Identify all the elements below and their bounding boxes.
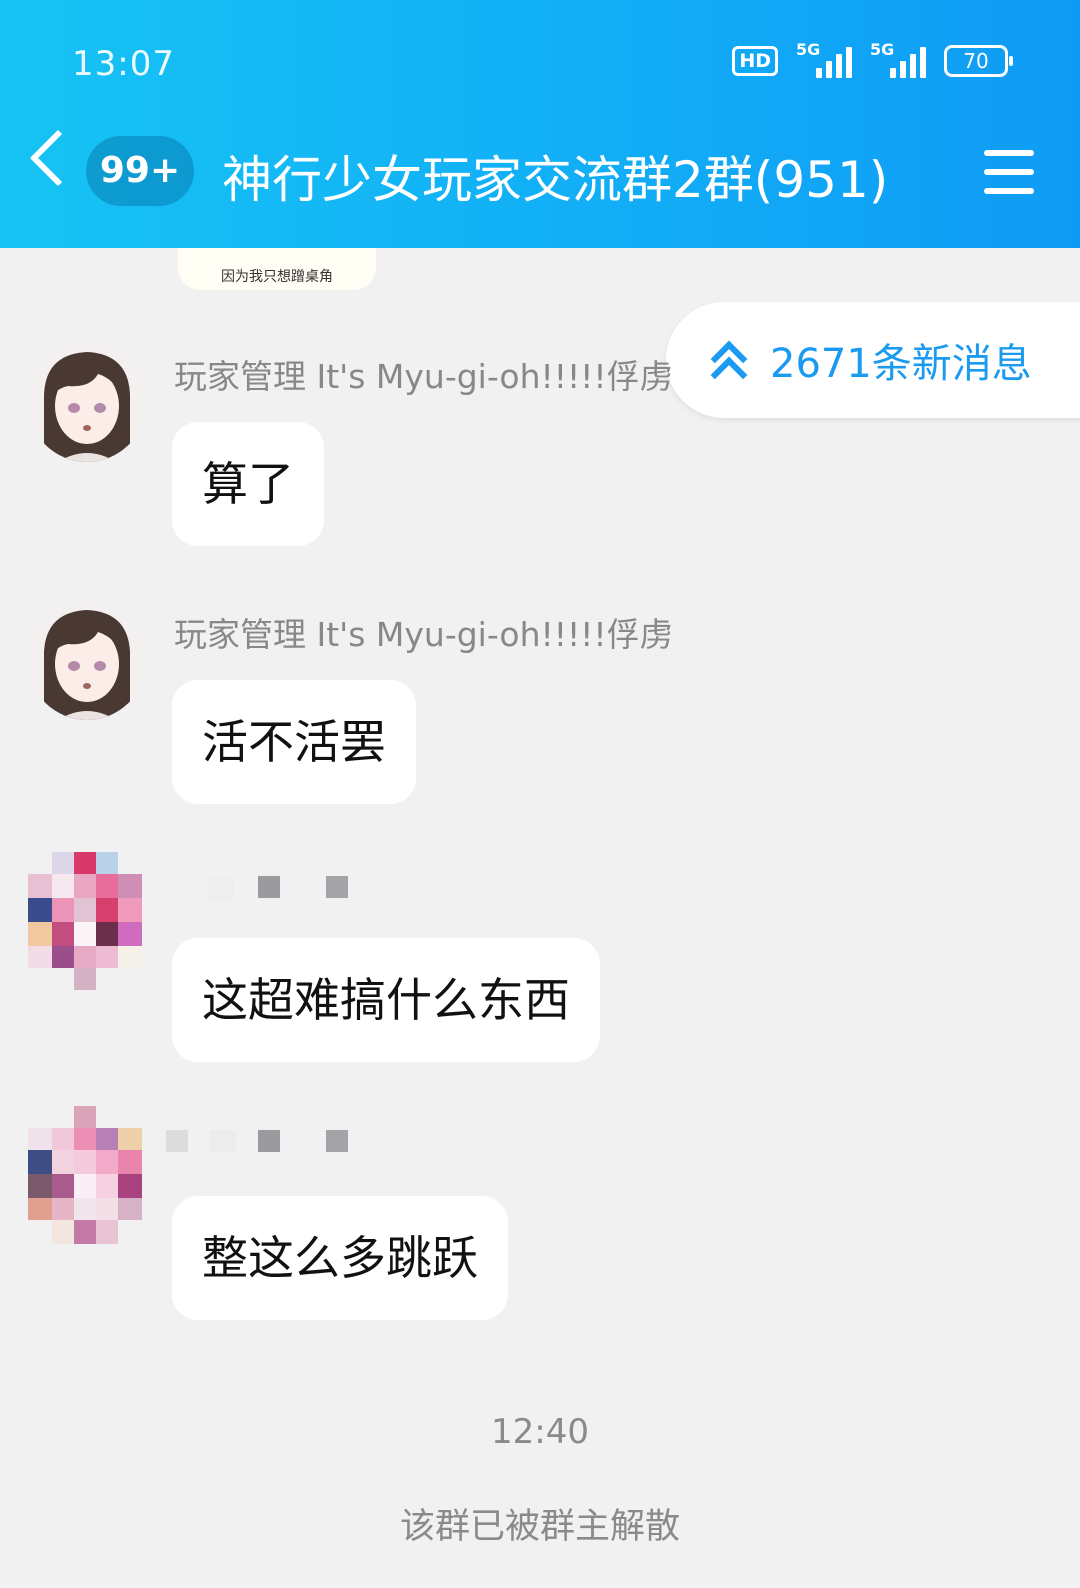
status-time: 13:07: [72, 44, 175, 84]
double-chevron-up-icon: [708, 338, 748, 394]
message-bubble[interactable]: 整这么多跳跃: [172, 1196, 508, 1320]
avatar-pixelated[interactable]: [28, 1106, 146, 1246]
sender-name-blurred: [166, 1126, 366, 1156]
signal-5g-icon-2: 5G: [870, 40, 926, 78]
group-title: 神行少女玩家交流群2群(951): [222, 151, 889, 209]
new-messages-button[interactable]: 2671条新消息: [666, 302, 1080, 418]
battery-icon: 70: [944, 45, 1013, 77]
image-caption: 因为我只想蹭桌角: [221, 269, 333, 285]
unread-count-badge[interactable]: 99+: [86, 136, 194, 206]
message-bubble[interactable]: 算了: [172, 422, 324, 546]
signal-5g-icon-1: 5G: [796, 40, 852, 78]
chat-header: 13:07 HD 5G 5G 70 99+ 神行少女玩家交流群2群(951): [0, 0, 1080, 248]
time-separator: 12:40: [491, 1412, 589, 1452]
signal-label: 5G: [796, 40, 821, 59]
sender-name: 玩家管理 It's Myu-gi-oh!!!!!俘虏: [174, 615, 673, 654]
message-bubble[interactable]: 活不活罢: [172, 680, 416, 804]
system-notice: 该群已被群主解散: [399, 1507, 680, 1547]
message-bubble[interactable]: 这超难搞什么东西: [172, 938, 600, 1062]
signal-label: 5G: [870, 40, 895, 59]
sender-name: 玩家管理 It's Myu-gi-oh!!!!!俘虏: [174, 357, 673, 396]
sender-name-blurred: [166, 874, 366, 904]
status-icons: HD 5G 5G 70: [732, 40, 1013, 78]
back-arrow-icon[interactable]: [29, 129, 87, 187]
new-messages-label: 2671条新消息: [770, 341, 1032, 387]
avatar[interactable]: [28, 602, 146, 720]
menu-icon[interactable]: [984, 150, 1034, 194]
image-message-fragment[interactable]: 因为我只想蹭桌角: [178, 248, 376, 290]
avatar[interactable]: [28, 344, 146, 462]
avatar-pixelated[interactable]: [28, 852, 146, 992]
hd-voice-icon: HD: [732, 46, 778, 76]
